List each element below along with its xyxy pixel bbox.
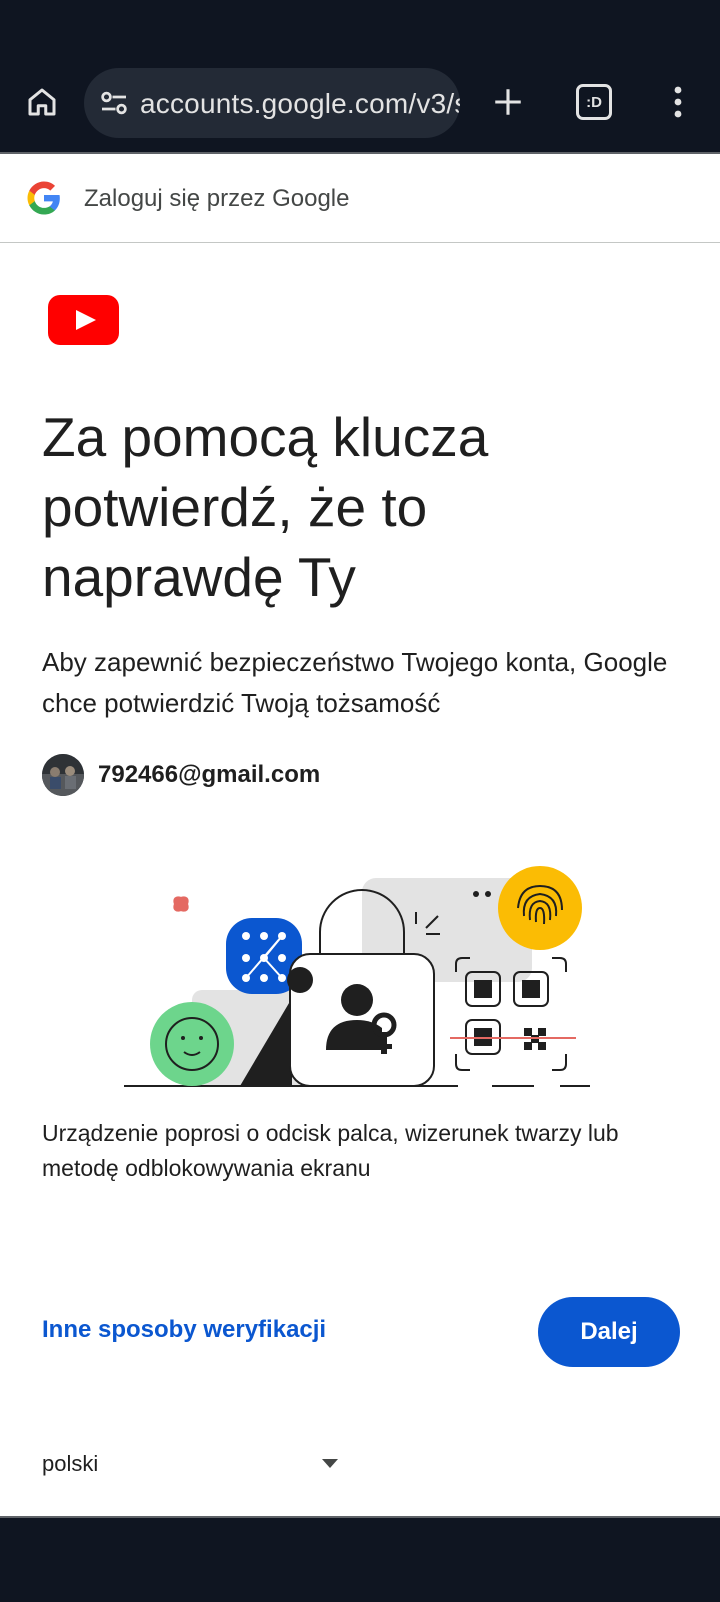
address-bar[interactable]: accounts.google.com/v3/signin/challenge/… [84,68,460,138]
tune-icon[interactable] [96,85,132,121]
google-g-icon [27,181,60,215]
page-title: Za pomocą klucza potwierdź, że to napraw… [42,406,489,608]
next-button[interactable]: Dalej [538,1297,680,1367]
other-ways-link[interactable]: Inne sposoby weryfikacji [42,1316,326,1344]
language-value: polski [42,1451,99,1476]
account-chip[interactable]: 792466@gmail.com [42,753,320,797]
tab-switcher-button[interactable]: :D [570,78,618,126]
home-button[interactable] [18,78,66,126]
tab-count: :D [586,93,602,111]
tab-switcher-icon: :D [576,84,612,120]
browser-toolbar: accounts.google.com/v3/signin/challenge/… [0,62,720,154]
status-bar [0,0,720,62]
passkey-illustration [124,866,590,1087]
system-nav-bar [0,1516,720,1602]
account-email: 792466@gmail.com [98,761,321,788]
plus-icon [495,89,521,115]
page-subtitle: Aby zapewnić bezpieczeństwo Twojego kont… [42,647,668,718]
youtube-icon [48,295,119,345]
google-signin-header: Zaloguj się przez Google [0,154,720,243]
url-text: accounts.google.com/v3/signin/challenge/… [140,88,460,119]
device-note: Urządzenie poprosi o odcisk palca, wizer… [42,1120,619,1181]
browser-menu-button[interactable] [654,78,702,126]
header-title: Zaloguj się przez Google [84,185,350,212]
avatar [42,754,84,796]
new-tab-button[interactable] [484,78,532,126]
more-vert-icon [674,86,682,118]
language-select[interactable]: polski [42,1445,338,1485]
home-icon [28,88,56,116]
dropdown-caret-icon [322,1459,338,1468]
